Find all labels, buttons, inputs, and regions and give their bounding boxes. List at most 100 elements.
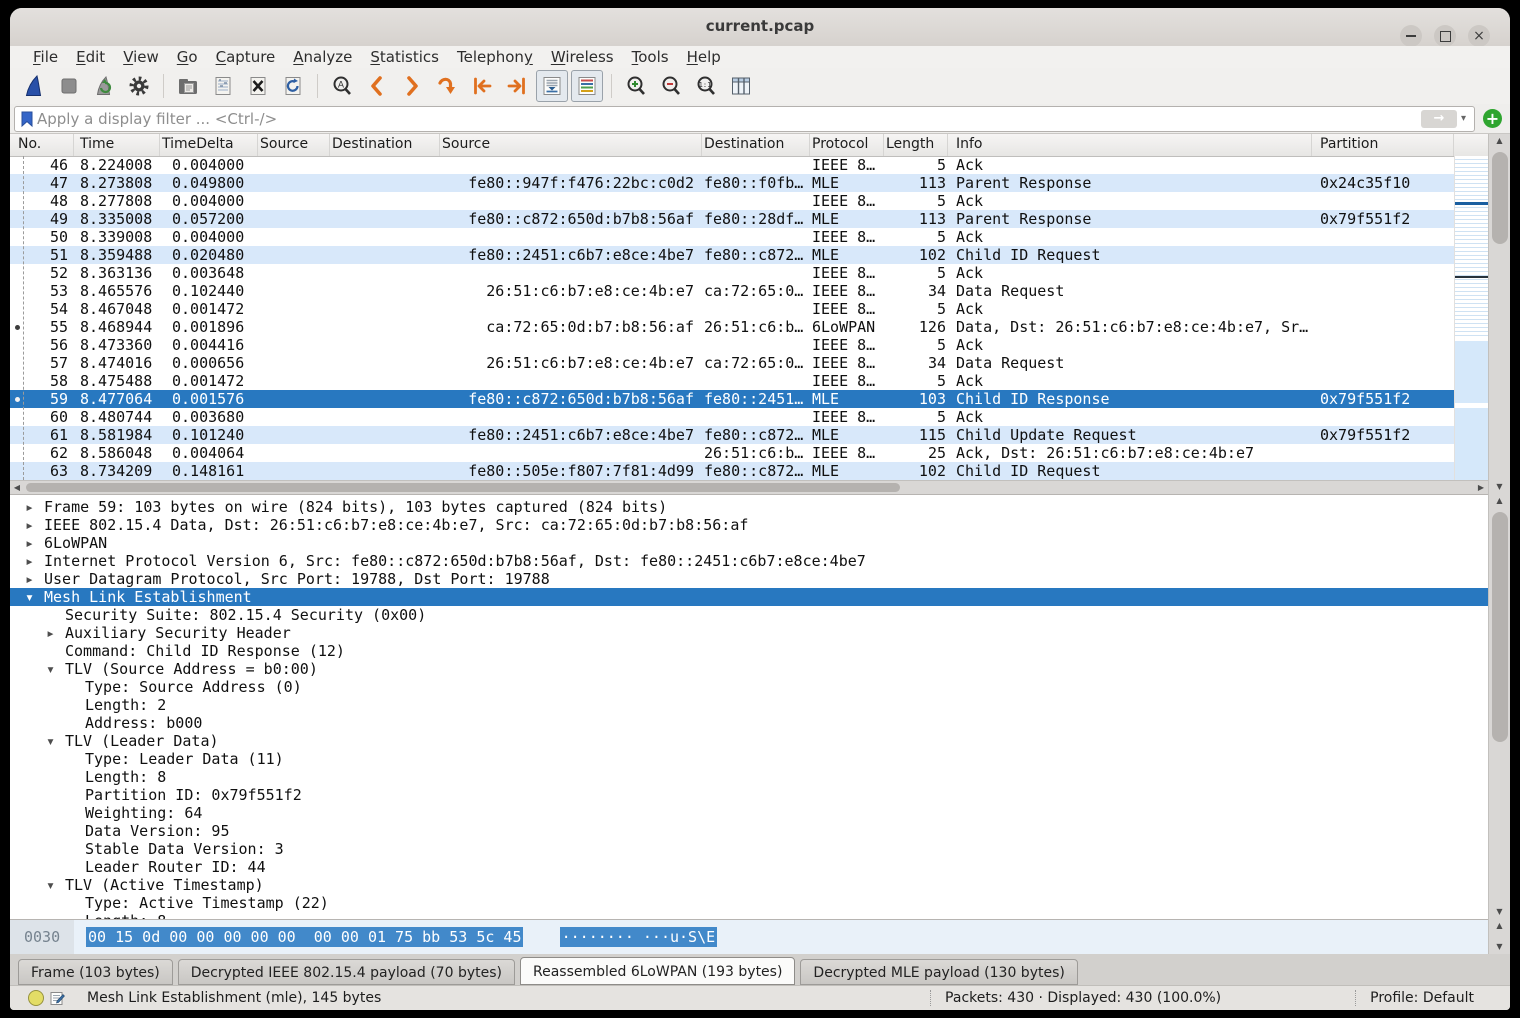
scroll-down-arrow[interactable]: ▼ bbox=[1489, 940, 1510, 954]
detail-line[interactable]: Weighting: 64 bbox=[10, 804, 1488, 822]
twistie-icon[interactable]: ▸ bbox=[46, 624, 65, 642]
menu-item[interactable]: Help bbox=[678, 48, 730, 66]
byte-source-tab[interactable]: Reassembled 6LoWPAN (193 bytes) bbox=[520, 957, 795, 985]
status-profile[interactable]: Profile: Default bbox=[1355, 990, 1474, 1006]
twistie-icon[interactable]: ▾ bbox=[46, 876, 65, 894]
packet-row[interactable]: 59 8.477064 0.001576 fe80::c872:650d:b7b… bbox=[10, 390, 1454, 408]
twistie-icon[interactable]: ▾ bbox=[46, 660, 65, 678]
find-packet-button[interactable]: A bbox=[326, 70, 358, 102]
start-capture-button[interactable] bbox=[18, 70, 50, 102]
expert-info-icon[interactable] bbox=[28, 990, 44, 1006]
scroll-down-arrow[interactable]: ▼ bbox=[1489, 480, 1510, 494]
twistie-icon[interactable]: ▸ bbox=[25, 498, 44, 516]
column-header[interactable]: Time bbox=[74, 134, 160, 156]
detail-line[interactable]: Length: 8 bbox=[10, 912, 1488, 919]
menu-item[interactable]: Capture bbox=[207, 48, 285, 66]
scroll-down-arrow[interactable]: ▼ bbox=[1489, 905, 1510, 919]
go-to-packet-button[interactable] bbox=[431, 70, 463, 102]
twistie-icon[interactable]: ▾ bbox=[25, 588, 44, 606]
zoom-reset-button[interactable]: 1:1 bbox=[690, 70, 722, 102]
go-forward-button[interactable] bbox=[396, 70, 428, 102]
detail-line[interactable]: Data Version: 95 bbox=[10, 822, 1488, 840]
detail-line[interactable]: ▸6LoWPAN bbox=[10, 534, 1488, 552]
column-header[interactable]: Partition bbox=[1312, 134, 1454, 156]
twistie-icon[interactable]: ▸ bbox=[25, 552, 44, 570]
close-file-button[interactable] bbox=[242, 70, 274, 102]
hex-scrollbar[interactable]: ▲ ▼ bbox=[1488, 919, 1510, 954]
packet-row[interactable]: 49 8.335008 0.057200 fe80::c872:650d:b7b… bbox=[10, 210, 1454, 228]
detail-line[interactable]: ▾TLV (Source Address = b0:00) bbox=[10, 660, 1488, 678]
scroll-up-arrow[interactable]: ▲ bbox=[1489, 494, 1510, 508]
menu-item[interactable]: Edit bbox=[67, 48, 114, 66]
stop-capture-button[interactable] bbox=[53, 70, 85, 102]
column-header[interactable]: Info bbox=[948, 134, 1312, 156]
packet-row[interactable]: 60 8.480744 0.003680 IEEE 8… 5 Ack bbox=[10, 408, 1454, 426]
detail-line[interactable]: ▾Mesh Link Establishment bbox=[10, 588, 1488, 606]
capture-options-button[interactable] bbox=[123, 70, 155, 102]
detail-line[interactable]: Stable Data Version: 3 bbox=[10, 840, 1488, 858]
byte-source-tab[interactable]: Decrypted IEEE 802.15.4 payload (70 byte… bbox=[178, 959, 515, 985]
packet-row[interactable]: 57 8.474016 0.000656 26:51:c6:b7:e8:ce:4… bbox=[10, 354, 1454, 372]
menu-item[interactable]: Analyze bbox=[284, 48, 361, 66]
menu-item[interactable]: Statistics bbox=[361, 48, 448, 66]
twistie-icon[interactable]: ▸ bbox=[25, 516, 44, 534]
bookmark-icon[interactable] bbox=[19, 110, 35, 128]
column-header[interactable]: Source bbox=[440, 134, 702, 156]
packet-list-hscrollbar[interactable]: ◀ ▶ bbox=[10, 480, 1488, 494]
menu-item[interactable]: Telephony bbox=[448, 48, 542, 66]
twistie-icon[interactable]: ▸ bbox=[25, 534, 44, 552]
scrollbar-thumb[interactable] bbox=[1492, 152, 1508, 244]
scroll-up-arrow[interactable]: ▲ bbox=[1489, 919, 1510, 933]
byte-source-tab[interactable]: Frame (103 bytes) bbox=[18, 959, 173, 985]
packet-row[interactable]: 50 8.339008 0.004000 IEEE 8… 5 Ack bbox=[10, 228, 1454, 246]
packet-row[interactable]: 51 8.359488 0.020480 fe80::2451:c6b7:e8c… bbox=[10, 246, 1454, 264]
twistie-icon[interactable]: ▾ bbox=[46, 732, 65, 750]
detail-line[interactable]: Type: Active Timestamp (22) bbox=[10, 894, 1488, 912]
detail-line[interactable]: ▾TLV (Active Timestamp) bbox=[10, 876, 1488, 894]
menu-item[interactable]: View bbox=[114, 48, 168, 66]
packet-row[interactable]: 48 8.277808 0.004000 IEEE 8… 5 Ack bbox=[10, 192, 1454, 210]
zoom-out-button[interactable] bbox=[655, 70, 687, 102]
menu-item[interactable]: Tools bbox=[623, 48, 678, 66]
maximize-button[interactable] bbox=[1434, 25, 1456, 47]
detail-line[interactable]: ▾TLV (Leader Data) bbox=[10, 732, 1488, 750]
detail-line[interactable]: ▸IEEE 802.15.4 Data, Dst: 26:51:c6:b7:e8… bbox=[10, 516, 1488, 534]
capture-comment-icon[interactable] bbox=[50, 991, 65, 1006]
detail-line[interactable]: Type: Leader Data (11) bbox=[10, 750, 1488, 768]
display-filter-input[interactable] bbox=[35, 109, 1421, 129]
packet-row[interactable]: 56 8.473360 0.004416 IEEE 8… 5 Ack bbox=[10, 336, 1454, 354]
open-file-button[interactable] bbox=[172, 70, 204, 102]
detail-line[interactable]: ▸Frame 59: 103 bytes on wire (824 bits),… bbox=[10, 498, 1488, 516]
packet-row[interactable]: 53 8.465576 0.102440 26:51:c6:b7:e8:ce:4… bbox=[10, 282, 1454, 300]
menu-item[interactable]: File bbox=[24, 48, 67, 66]
scroll-right-arrow[interactable]: ▶ bbox=[1474, 481, 1488, 494]
detail-line[interactable]: Type: Source Address (0) bbox=[10, 678, 1488, 696]
packet-row[interactable]: 61 8.581984 0.101240 fe80::2451:c6b7:e8c… bbox=[10, 426, 1454, 444]
intelligent-scrollbar-minimap[interactable] bbox=[1454, 156, 1488, 480]
zoom-in-button[interactable] bbox=[620, 70, 652, 102]
hex-line[interactable]: 003000 15 0d 00 00 00 00 00 00 00 01 75 … bbox=[10, 928, 717, 946]
twistie-icon[interactable]: ▸ bbox=[25, 570, 44, 588]
close-button[interactable]: × bbox=[1468, 25, 1490, 47]
detail-line[interactable]: Length: 2 bbox=[10, 696, 1488, 714]
packet-list-scrollbar[interactable]: ▲ ▼ bbox=[1488, 134, 1510, 494]
byte-source-tab[interactable]: Decrypted MLE payload (130 bytes) bbox=[800, 959, 1077, 985]
detail-line[interactable]: Leader Router ID: 44 bbox=[10, 858, 1488, 876]
packet-row[interactable]: 52 8.363136 0.003648 IEEE 8… 5 Ack bbox=[10, 264, 1454, 282]
detail-line[interactable]: Partition ID: 0x79f551f2 bbox=[10, 786, 1488, 804]
colorize-toggle[interactable] bbox=[571, 70, 603, 102]
go-last-button[interactable] bbox=[501, 70, 533, 102]
packet-row[interactable]: 62 8.586048 0.004064 26:51:c6:b… IEEE 8…… bbox=[10, 444, 1454, 462]
filter-dropdown-caret[interactable]: ▾ bbox=[1461, 113, 1466, 124]
packet-row[interactable]: 47 8.273808 0.049800 fe80::947f:f476:22b… bbox=[10, 174, 1454, 192]
scroll-up-arrow[interactable]: ▲ bbox=[1489, 134, 1510, 148]
auto-scroll-toggle[interactable] bbox=[536, 70, 568, 102]
go-back-button[interactable] bbox=[361, 70, 393, 102]
column-header[interactable]: TimeDelta bbox=[160, 134, 258, 156]
hscrollbar-thumb[interactable] bbox=[26, 483, 900, 492]
detail-line[interactable]: ▸Internet Protocol Version 6, Src: fe80:… bbox=[10, 552, 1488, 570]
detail-line[interactable]: ▸Auxiliary Security Header bbox=[10, 624, 1488, 642]
column-header[interactable]: No. bbox=[10, 134, 74, 156]
restart-capture-button[interactable] bbox=[88, 70, 120, 102]
packet-row[interactable]: 46 8.224008 0.004000 IEEE 8… 5 Ack bbox=[10, 156, 1454, 174]
